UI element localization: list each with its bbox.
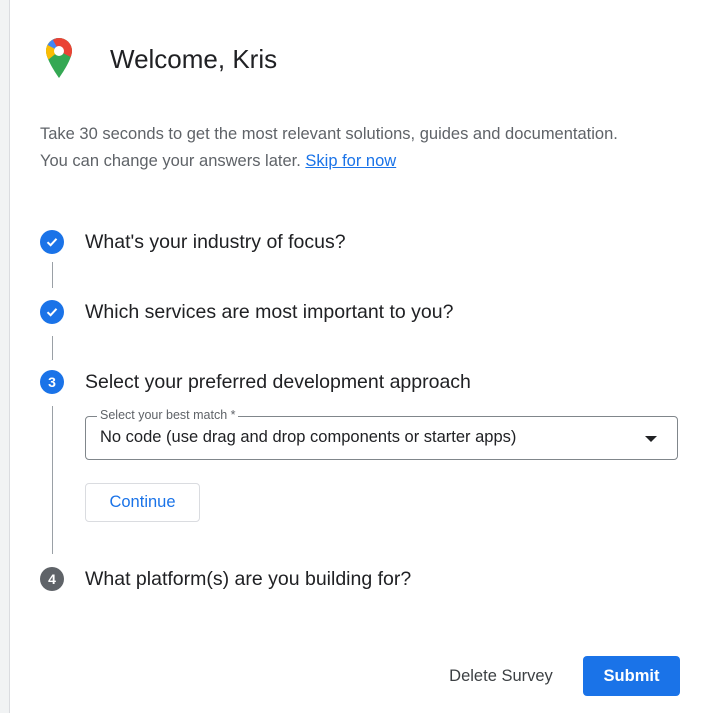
- delete-survey-button[interactable]: Delete Survey: [430, 656, 572, 696]
- step-1-label: What's your industry of focus?: [85, 230, 346, 253]
- step-connector-3: [52, 406, 53, 554]
- step-connector-2: [52, 336, 53, 360]
- check-icon: [40, 300, 64, 324]
- dialog-title: Welcome, Kris: [110, 44, 278, 74]
- best-match-select[interactable]: Select your best match * No code (use dr…: [85, 408, 678, 460]
- step-2-label: Which services are most important to you…: [85, 300, 454, 323]
- background-page-edge: [0, 0, 10, 713]
- step-3-number-badge: 3: [40, 370, 64, 394]
- intro-line-1: Take 30 seconds to get the most relevant…: [40, 125, 618, 143]
- step-4[interactable]: 4 What platform(s) are you building for?: [40, 567, 411, 591]
- step-1[interactable]: What's your industry of focus?: [40, 230, 346, 254]
- skip-for-now-link[interactable]: Skip for now: [305, 152, 396, 170]
- dropdown-arrow-icon: [645, 436, 657, 442]
- step-connector-1: [52, 262, 53, 288]
- survey-dialog: Welcome, Kris Take 30 seconds to get the…: [10, 0, 703, 713]
- submit-button[interactable]: Submit: [583, 656, 680, 696]
- step-4-number-badge: 4: [40, 567, 64, 591]
- intro-text: Take 30 seconds to get the most relevant…: [40, 121, 690, 175]
- select-value: No code (use drag and drop components or…: [100, 428, 517, 446]
- step-3: 3 Select your preferred development appr…: [40, 370, 471, 394]
- step-2[interactable]: Which services are most important to you…: [40, 300, 453, 324]
- continue-button[interactable]: Continue: [85, 483, 200, 522]
- header: [46, 38, 72, 78]
- step-4-label: What platform(s) are you building for?: [85, 567, 412, 590]
- step-3-label: Select your preferred development approa…: [85, 370, 471, 393]
- select-legend: Select your best match *: [97, 408, 239, 422]
- check-icon: [40, 230, 64, 254]
- maps-pin-logo-icon: [46, 38, 72, 78]
- intro-line-2: You can change your answers later.: [40, 152, 301, 170]
